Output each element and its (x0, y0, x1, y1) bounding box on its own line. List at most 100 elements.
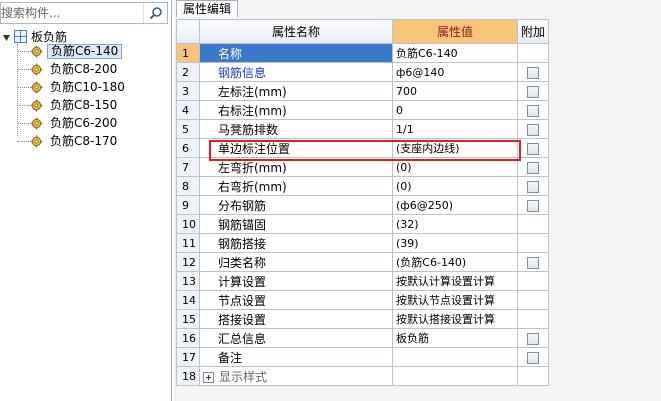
rebar-component-icon (30, 63, 43, 76)
property-row[interactable]: 12 归类名称 (负筋C6-140) (176, 252, 549, 272)
extra-checkbox[interactable] (527, 351, 539, 364)
search-button[interactable] (143, 3, 167, 23)
property-name-text: 搭接设置 (218, 312, 267, 327)
property-name-text: 显示样式 (219, 369, 268, 384)
extra-checkbox[interactable] (527, 161, 539, 174)
grid-header-row: 属性名称 属性值 附加 (176, 19, 549, 44)
property-row[interactable]: 16 汇总信息 板负筋 (176, 328, 549, 348)
extra-checkbox[interactable] (527, 332, 539, 345)
row-number: 8 (176, 176, 200, 196)
extra-cell (517, 138, 549, 158)
property-value[interactable]: ф6@140 (392, 62, 518, 82)
property-value[interactable]: 按默认搭接设置计算 (392, 309, 518, 329)
header-name: 属性名称 (199, 19, 393, 44)
property-row[interactable]: 18 显示样式 (176, 366, 549, 386)
tree-item[interactable]: 负筋C6-200 (17, 115, 120, 132)
extra-cell (517, 195, 549, 215)
extra-cell (517, 233, 549, 253)
tree-connector (17, 105, 29, 106)
extra-checkbox[interactable] (527, 256, 539, 269)
tree-connector (17, 141, 29, 142)
extra-checkbox[interactable] (527, 142, 539, 155)
property-value[interactable]: 板负筋 (392, 328, 518, 348)
property-value[interactable]: 700 (392, 81, 518, 101)
row-number: 15 (176, 309, 200, 329)
extra-checkbox[interactable] (527, 199, 539, 212)
property-row[interactable]: 14 节点设置 按默认节点设置计算 (176, 290, 549, 310)
property-row[interactable]: 10 钢筋锚固 (32) (176, 214, 549, 234)
property-row[interactable]: 3 左标注(mm) 700 (176, 81, 549, 101)
extra-checkbox[interactable] (527, 104, 539, 117)
property-value[interactable] (392, 366, 518, 386)
property-value[interactable]: (39) (392, 233, 518, 253)
property-value[interactable]: (0) (392, 157, 518, 177)
property-name-text: 左标注(mm) (218, 84, 287, 99)
expand-icon[interactable] (203, 371, 214, 383)
property-value[interactable]: (负筋C6-140) (392, 252, 518, 272)
tree-item[interactable]: 负筋C8-200 (17, 61, 120, 78)
extra-checkbox[interactable] (527, 180, 539, 193)
property-name-text: 分布钢筋 (218, 198, 267, 213)
property-value[interactable] (392, 347, 518, 367)
property-value[interactable]: 负筋C6-140 (392, 43, 518, 63)
property-name: 节点设置 (199, 290, 393, 310)
property-row[interactable]: 11 钢筋搭接 (39) (176, 233, 549, 253)
tree-root[interactable]: 板负筋 (0, 28, 67, 44)
tree-item[interactable]: 负筋C8-170 (17, 133, 120, 150)
search-input[interactable] (1, 3, 143, 23)
tree-item[interactable]: 负筋C8-150 (17, 97, 120, 114)
property-value[interactable]: (支座内边线) (392, 138, 518, 158)
property-value[interactable]: (32) (392, 214, 518, 234)
extra-checkbox[interactable] (527, 66, 539, 79)
property-value[interactable]: 按默认节点设置计算 (392, 290, 518, 310)
tree-item-label: 负筋C8-150 (50, 98, 118, 112)
extra-cell (517, 176, 549, 196)
property-name-text: 右标注(mm) (218, 103, 287, 118)
row-number: 12 (176, 252, 200, 272)
extra-cell (517, 119, 549, 139)
tree-connector (17, 87, 29, 88)
extra-cell (517, 347, 549, 367)
row-number: 10 (176, 214, 200, 234)
property-row[interactable]: 1 名称 负筋C6-140 (176, 43, 549, 63)
property-row[interactable]: 8 右弯折(mm) (0) (176, 176, 549, 196)
rebar-component-icon (30, 45, 43, 58)
header-num (176, 19, 200, 44)
property-editor-panel: 属性编辑 属性名称 属性值 附加 1 名称 负筋C6-140 2 钢筋信息 ф6@140 3… (174, 0, 661, 401)
search-icon (149, 7, 162, 20)
extra-checkbox[interactable] (527, 123, 539, 136)
property-name: 右标注(mm) (199, 100, 393, 120)
row-number: 6 (176, 138, 200, 158)
property-name: 钢筋搭接 (199, 233, 393, 253)
property-value[interactable]: 按默认计算设置计算 (392, 271, 518, 291)
tree-item[interactable]: 负筋C6-140 (17, 43, 123, 60)
extra-checkbox[interactable] (527, 85, 539, 98)
collapse-icon[interactable] (2, 32, 11, 41)
row-number: 3 (176, 81, 200, 101)
property-row[interactable]: 7 左弯折(mm) (0) (176, 157, 549, 177)
property-row[interactable]: 13 计算设置 按默认计算设置计算 (176, 271, 549, 291)
property-row[interactable]: 17 备注 (176, 347, 549, 367)
extra-cell (517, 366, 549, 386)
extra-cell (517, 271, 549, 291)
property-name-text: 节点设置 (218, 293, 267, 308)
property-row[interactable]: 2 钢筋信息 ф6@140 (176, 62, 549, 82)
property-name-text: 钢筋搭接 (218, 236, 267, 251)
extra-cell (517, 290, 549, 310)
property-value[interactable]: 1/1 (392, 119, 518, 139)
property-value[interactable]: (0) (392, 176, 518, 196)
property-row[interactable]: 9 分布钢筋 (ф6@250) (176, 195, 549, 215)
tree-connector (17, 123, 29, 124)
property-row[interactable]: 15 搭接设置 按默认搭接设置计算 (176, 309, 549, 329)
row-number: 7 (176, 157, 200, 177)
property-value[interactable]: 0 (392, 100, 518, 120)
property-name: 备注 (199, 347, 393, 367)
property-row[interactable]: 5 马凳筋排数 1/1 (176, 119, 549, 139)
tree-connector (17, 69, 29, 70)
tab-property-edit[interactable]: 属性编辑 (176, 0, 239, 17)
property-row[interactable]: 4 右标注(mm) 0 (176, 100, 549, 120)
property-value[interactable]: (ф6@250) (392, 195, 518, 215)
tree-item[interactable]: 负筋C10-180 (17, 79, 128, 96)
extra-cell (517, 328, 549, 348)
property-row[interactable]: 6 单边标注位置 (支座内边线) (176, 138, 549, 158)
